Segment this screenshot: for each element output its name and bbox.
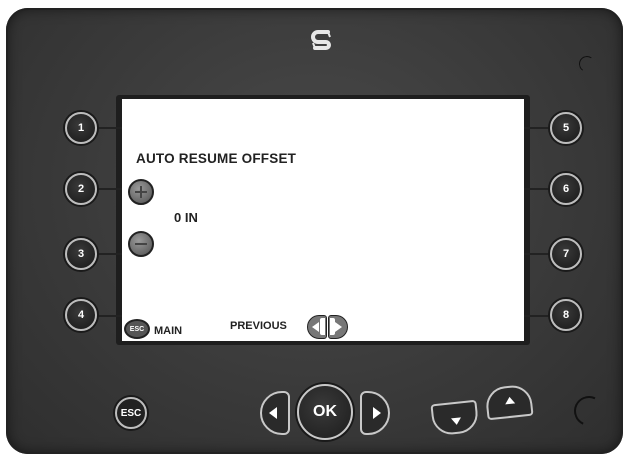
previous-right-arrow-icon bbox=[328, 315, 348, 339]
softkey-5-button[interactable]: 5 bbox=[550, 112, 582, 144]
softkey-3-line bbox=[97, 253, 122, 255]
softkey-6-button[interactable]: 6 bbox=[550, 173, 582, 205]
ok-button[interactable]: OK bbox=[297, 384, 353, 440]
softkey-1-button[interactable]: 1 bbox=[65, 112, 97, 144]
softkey-8-button[interactable]: 8 bbox=[550, 299, 582, 331]
minus-bar bbox=[135, 243, 147, 245]
brand-s-icon bbox=[311, 30, 331, 50]
softkey-8-line bbox=[524, 315, 550, 317]
esc-badge-icon: ESC bbox=[124, 319, 150, 339]
esc-button[interactable]: ESC bbox=[115, 397, 147, 429]
up-arrow-icon bbox=[504, 396, 516, 405]
softkey-4-button[interactable]: 4 bbox=[65, 299, 97, 331]
down-arrow-icon bbox=[451, 417, 462, 426]
softkey-6-line bbox=[524, 188, 550, 190]
main-label: MAIN bbox=[154, 325, 183, 337]
previous-label: PREVIOUS bbox=[230, 320, 287, 332]
softkey-2-line bbox=[97, 188, 122, 190]
left-arrow-icon bbox=[269, 407, 277, 419]
softkey-7-button[interactable]: 7 bbox=[550, 238, 582, 270]
softkey-3-button[interactable]: 3 bbox=[65, 238, 97, 270]
right-arrow-icon bbox=[373, 407, 381, 419]
softkey-5-line bbox=[524, 127, 550, 129]
display-screen: AUTO RESUME OFFSET 0 IN ESC MAIN PREVIOU… bbox=[122, 99, 524, 341]
minus-circle-icon[interactable] bbox=[128, 231, 154, 257]
plus-circle-icon[interactable] bbox=[128, 179, 154, 205]
previous-left-arrow-icon bbox=[307, 315, 327, 339]
offset-value: 0 IN bbox=[174, 210, 198, 225]
softkey-1-line bbox=[97, 127, 122, 129]
softkey-7-line bbox=[524, 253, 550, 255]
plus-bar-v bbox=[140, 186, 142, 198]
page-title: AUTO RESUME OFFSET bbox=[136, 151, 297, 166]
softkey-2-button[interactable]: 2 bbox=[65, 173, 97, 205]
softkey-4-line bbox=[97, 315, 122, 317]
